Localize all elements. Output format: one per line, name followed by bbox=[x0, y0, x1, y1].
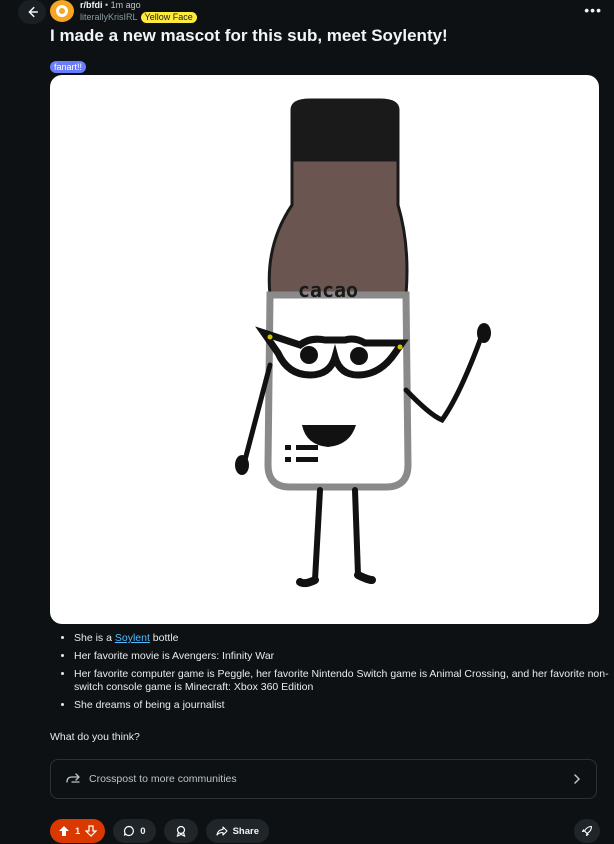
share-label: Share bbox=[232, 825, 259, 837]
award-button[interactable] bbox=[163, 819, 198, 843]
comment-icon bbox=[124, 825, 135, 837]
chevron-right-icon bbox=[574, 774, 581, 784]
post-question: What do you think? bbox=[50, 731, 140, 743]
post-meta: r/bfdi • 1m ago bbox=[80, 0, 141, 10]
crosspost-label: Crosspost to more communities bbox=[89, 773, 237, 785]
post-time: 1m ago bbox=[110, 0, 141, 10]
list-item: Her favorite computer game is Peggle, he… bbox=[74, 668, 614, 694]
user-flair: Yellow Face bbox=[140, 11, 197, 23]
soylenty-drawing: cacao bbox=[235, 98, 491, 588]
bottle-label-text: cacao bbox=[298, 278, 358, 302]
list-item: Her favorite movie is Avengers: Infinity… bbox=[74, 650, 614, 663]
subreddit-name[interactable]: r/bfdi bbox=[80, 0, 103, 10]
back-button[interactable] bbox=[18, 0, 46, 24]
award-icon bbox=[176, 825, 186, 837]
vote-pill: 1 bbox=[50, 819, 106, 843]
list-item: She is a Soylent bottle bbox=[74, 632, 614, 645]
more-icon: ••• bbox=[584, 2, 602, 18]
rocket-icon bbox=[581, 825, 593, 837]
comments-button[interactable]: 0 bbox=[113, 819, 156, 843]
crosspost-icon bbox=[66, 773, 80, 783]
author-name[interactable]: literallyKrisIRL bbox=[80, 11, 138, 23]
upvote-icon[interactable] bbox=[58, 825, 70, 837]
author-line: literallyKrisIRL Yellow Face bbox=[80, 11, 197, 23]
downvote-icon[interactable] bbox=[85, 825, 98, 837]
crosspost-button[interactable]: Crosspost to more communities bbox=[50, 759, 597, 799]
boost-button[interactable] bbox=[574, 819, 600, 843]
subreddit-avatar[interactable] bbox=[50, 0, 74, 22]
post-body: She is a Soylent bottle Her favorite mov… bbox=[50, 632, 614, 717]
vote-count: 1 bbox=[75, 825, 81, 837]
more-options-button[interactable]: ••• bbox=[584, 2, 602, 18]
share-icon bbox=[216, 826, 228, 836]
comment-count: 0 bbox=[140, 825, 146, 837]
list-item: She dreams of being a journalist bbox=[74, 699, 614, 712]
share-button[interactable]: Share bbox=[205, 819, 269, 843]
back-arrow-icon bbox=[28, 6, 39, 18]
post-image[interactable]: cacao bbox=[50, 75, 599, 624]
post-flair[interactable]: fanart!! bbox=[50, 61, 87, 73]
soylent-link[interactable]: Soylent bbox=[115, 632, 150, 644]
post-actions: 1 0 Share bbox=[50, 819, 269, 843]
post-title: I made a new mascot for this sub, meet S… bbox=[50, 26, 448, 45]
